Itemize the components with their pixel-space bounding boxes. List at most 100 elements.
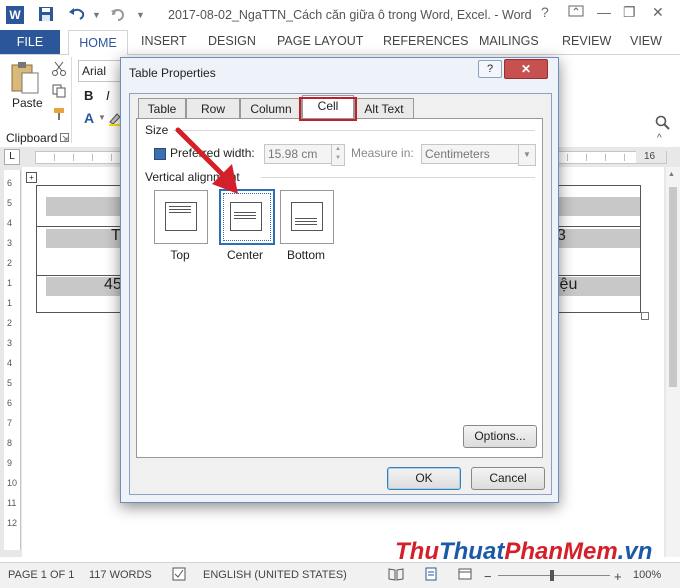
paste-label[interactable]: Paste xyxy=(12,96,43,110)
spinner-arrows-icon[interactable]: ▲ ▼ xyxy=(331,144,345,166)
group-divider xyxy=(71,57,72,143)
tab-page-layout[interactable]: PAGE LAYOUT xyxy=(277,34,363,48)
tab-mailings[interactable]: MAILINGS xyxy=(479,34,539,48)
close-window-button[interactable]: ✕ xyxy=(652,4,664,21)
page-count[interactable]: PAGE 1 OF 1 xyxy=(8,569,74,581)
measure-in-dropdown-icon[interactable]: ▼ xyxy=(518,144,536,166)
tab-row[interactable]: Row xyxy=(186,98,240,119)
tab-review[interactable]: REVIEW xyxy=(562,34,611,48)
ruler-right-number: 16 xyxy=(644,151,656,162)
paste-icon[interactable] xyxy=(10,61,40,98)
measure-in-label: Measure in: xyxy=(351,146,414,160)
format-painter-icon[interactable] xyxy=(52,107,66,124)
vertical-ruler-number: 2 xyxy=(7,258,13,268)
ribbon-tabs: FILE HOME INSERT DESIGN PAGE LAYOUT REFE… xyxy=(0,30,680,56)
align-bottom-label: Bottom xyxy=(286,248,325,262)
undo-dropdown-icon[interactable]: ▼ xyxy=(92,10,101,20)
language-indicator[interactable]: ENGLISH (UNITED STATES) xyxy=(203,569,347,581)
tab-view[interactable]: VIEW xyxy=(630,34,662,48)
align-center-icon xyxy=(230,202,262,231)
save-icon[interactable] xyxy=(38,6,54,25)
tab-home[interactable]: HOME xyxy=(68,30,128,56)
tab-references[interactable]: REFERENCES xyxy=(383,34,468,48)
cell-tab-highlight xyxy=(299,97,357,121)
size-section-label: Size xyxy=(145,123,169,137)
vertical-ruler-number: 3 xyxy=(7,338,13,348)
align-bottom-button[interactable] xyxy=(280,190,334,244)
ok-button[interactable]: OK xyxy=(387,467,461,490)
web-layout-icon[interactable] xyxy=(458,567,472,584)
tab-design[interactable]: DESIGN xyxy=(208,34,256,48)
tab-selector[interactable]: L xyxy=(4,149,20,165)
cancel-button[interactable]: Cancel xyxy=(471,467,545,490)
align-center-label: Center xyxy=(226,248,264,262)
ribbon-display-icon[interactable] xyxy=(568,4,584,21)
preferred-width-value: 15.98 cm xyxy=(268,147,318,161)
table-move-handle[interactable]: + xyxy=(26,172,37,183)
align-top-icon xyxy=(165,202,197,231)
zoom-slider[interactable] xyxy=(498,570,610,581)
zoom-level[interactable]: 100% xyxy=(633,569,661,581)
tab-table[interactable]: Table xyxy=(138,98,186,119)
document-title: 2017-08-02_NgaTTN_Cách căn giữa ô trong … xyxy=(168,8,532,22)
italic-button[interactable]: I xyxy=(106,88,110,103)
cut-icon[interactable] xyxy=(52,61,66,80)
vertical-ruler-number: 4 xyxy=(7,358,13,368)
clipboard-launcher-icon[interactable] xyxy=(60,131,69,145)
options-button[interactable]: Options... xyxy=(463,425,537,448)
align-top-label: Top xyxy=(170,248,190,262)
vertical-ruler-number: 9 xyxy=(7,458,13,468)
text-effects-dropdown-icon[interactable]: ▼ xyxy=(98,113,106,122)
dialog-title: Table Properties xyxy=(129,66,216,80)
table-resize-handle[interactable] xyxy=(641,312,649,320)
cell-highlight xyxy=(552,197,640,216)
watermark-part: PhanMem xyxy=(504,538,618,565)
vertical-ruler-number: 1 xyxy=(7,278,13,288)
vertical-ruler-number: 6 xyxy=(7,178,13,188)
print-layout-icon[interactable] xyxy=(424,567,438,584)
scroll-thumb[interactable] xyxy=(669,187,677,387)
zoom-slider-thumb[interactable] xyxy=(550,570,554,581)
vertical-ruler-number: 4 xyxy=(7,218,13,228)
vertical-ruler-number: 7 xyxy=(7,418,13,428)
bold-button[interactable]: B xyxy=(84,88,93,103)
read-mode-icon[interactable] xyxy=(388,567,404,584)
dialog-help-button[interactable]: ? xyxy=(478,60,502,78)
customize-qat-icon[interactable]: ▼ xyxy=(136,10,145,20)
watermark-logo: ThuThuatPhanMem.vn xyxy=(395,538,652,566)
vertical-ruler-number: 6 xyxy=(7,398,13,408)
cell-highlight xyxy=(46,197,126,216)
tab-insert[interactable]: INSERT xyxy=(141,34,187,48)
vertical-scrollbar[interactable]: ▲ xyxy=(666,167,680,557)
copy-icon[interactable] xyxy=(52,84,66,101)
preferred-width-spinner[interactable]: 15.98 cm xyxy=(264,144,335,164)
divider xyxy=(261,177,535,178)
zoom-in-button[interactable]: + xyxy=(614,569,622,584)
vertical-ruler-number: 2 xyxy=(7,318,13,328)
dialog-close-button[interactable]: ✕ xyxy=(504,59,548,79)
restore-button[interactable]: ❐ xyxy=(623,4,636,21)
clipboard-group-label: Clipboard xyxy=(6,131,58,145)
undo-icon[interactable] xyxy=(68,6,86,25)
tab-alt-text[interactable]: Alt Text xyxy=(354,98,414,119)
measure-in-select[interactable]: Centimeters xyxy=(421,144,520,164)
tab-column[interactable]: Column xyxy=(240,98,302,119)
tab-file[interactable]: FILE xyxy=(0,30,60,54)
vertical-ruler-number: 5 xyxy=(7,198,13,208)
minimize-button[interactable]: — xyxy=(597,4,611,20)
preferred-width-checkbox[interactable] xyxy=(154,148,166,160)
redo-icon[interactable] xyxy=(110,6,126,25)
text-effects-icon[interactable]: A xyxy=(84,110,94,126)
word-count[interactable]: 117 WORDS xyxy=(89,569,152,581)
vertical-ruler: 6 5 4 3 2 1 1 2 3 4 5 6 7 8 9 10 11 12 xyxy=(4,170,21,550)
vertical-ruler-number: 10 xyxy=(7,478,18,488)
collapse-ribbon-icon[interactable]: ^ xyxy=(657,133,662,144)
vertical-ruler-number: 3 xyxy=(7,238,13,248)
zoom-out-button[interactable]: − xyxy=(484,569,492,584)
proofing-icon[interactable] xyxy=(172,567,186,584)
vertical-ruler-number: 1 xyxy=(7,298,13,308)
scroll-up-icon[interactable]: ▲ xyxy=(668,171,675,178)
title-bar: W ▼ ▼ 2017-08-02_NgaTTN_Cách căn giữa ô … xyxy=(0,0,680,30)
help-icon[interactable]: ? xyxy=(541,4,549,20)
align-bottom-icon xyxy=(291,202,323,231)
